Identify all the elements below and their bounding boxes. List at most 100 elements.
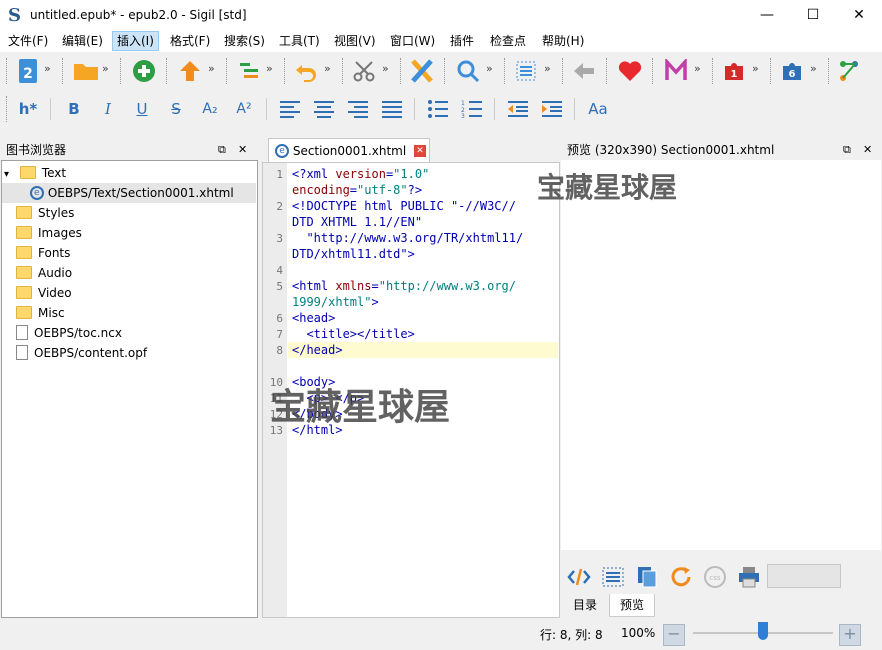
menu-insert[interactable]: 插入(I) bbox=[112, 31, 159, 51]
outdent-icon[interactable] bbox=[504, 95, 532, 123]
new-file-icon[interactable]: 2 bbox=[14, 57, 42, 85]
toolbar-grip[interactable] bbox=[62, 58, 66, 84]
find-icon[interactable] bbox=[454, 57, 482, 85]
bold-button[interactable]: B bbox=[60, 95, 88, 123]
zoom-slider[interactable] bbox=[693, 618, 833, 648]
tree-item-toc[interactable]: OEBPS/toc.ncx bbox=[16, 323, 122, 343]
toolbar-grip[interactable] bbox=[444, 58, 448, 84]
add-icon[interactable] bbox=[130, 57, 158, 85]
toolbar-grip[interactable] bbox=[400, 58, 404, 84]
plugin-red-icon[interactable]: 1 bbox=[720, 57, 748, 85]
heading-button[interactable]: h* bbox=[14, 95, 42, 123]
toolbar-grip[interactable] bbox=[606, 58, 610, 84]
toolbar-grip[interactable] bbox=[6, 58, 10, 84]
menu-window[interactable]: 窗口(W) bbox=[386, 32, 439, 50]
reports-icon[interactable] bbox=[512, 57, 540, 85]
code-view-icon[interactable] bbox=[565, 563, 593, 591]
menu-edit[interactable]: 编辑(E) bbox=[58, 32, 107, 50]
tree-item-styles[interactable]: Styles bbox=[16, 203, 74, 223]
open-folder-icon[interactable] bbox=[72, 57, 100, 85]
chevron-right-icon[interactable]: » bbox=[382, 62, 389, 75]
chevron-right-icon[interactable]: » bbox=[544, 62, 551, 75]
tab-preview[interactable]: 预览 bbox=[609, 594, 656, 617]
close-panel-icon[interactable]: ✕ bbox=[238, 140, 247, 160]
toolbar-grip[interactable] bbox=[770, 58, 774, 84]
clean-code-icon[interactable] bbox=[408, 57, 436, 85]
close-panel-icon[interactable]: ✕ bbox=[863, 140, 872, 160]
toolbar-grip[interactable] bbox=[284, 58, 288, 84]
minimize-button[interactable]: — bbox=[744, 0, 790, 30]
tree-item-audio[interactable]: Audio bbox=[16, 263, 72, 283]
chevron-down-icon[interactable]: ▾ bbox=[4, 165, 16, 185]
toolbar-grip[interactable] bbox=[504, 58, 508, 84]
metadata-icon[interactable] bbox=[662, 57, 690, 85]
chevron-right-icon[interactable]: » bbox=[752, 62, 759, 75]
css-icon[interactable]: css bbox=[701, 563, 729, 591]
print-icon[interactable] bbox=[735, 563, 763, 591]
plugin-multi-icon[interactable] bbox=[836, 57, 864, 85]
toolbar-grip[interactable] bbox=[562, 58, 566, 84]
menu-search[interactable]: 搜索(S) bbox=[220, 32, 269, 50]
zoom-out-button[interactable]: − bbox=[663, 624, 685, 646]
tree-item-fonts[interactable]: Fonts bbox=[16, 243, 70, 263]
indent-icon[interactable] bbox=[538, 95, 566, 123]
menu-checkpoints[interactable]: 检查点 bbox=[486, 32, 530, 50]
superscript-button[interactable]: A² bbox=[230, 95, 258, 123]
underline-button[interactable]: U bbox=[128, 95, 156, 123]
maximize-button[interactable]: ☐ bbox=[790, 0, 836, 30]
chevron-right-icon[interactable]: » bbox=[102, 62, 109, 75]
tree-item-misc[interactable]: Misc bbox=[16, 303, 65, 323]
italic-button[interactable]: I bbox=[94, 95, 122, 123]
menu-plugins[interactable]: 插件 bbox=[446, 32, 478, 50]
chevron-right-icon[interactable]: » bbox=[694, 62, 701, 75]
toolbar-grip[interactable] bbox=[342, 58, 346, 84]
float-panel-icon[interactable]: ⧉ bbox=[843, 140, 851, 160]
menu-format[interactable]: 格式(F) bbox=[166, 32, 214, 50]
heart-icon[interactable] bbox=[616, 57, 644, 85]
tab-section0001[interactable]: e Section0001.xhtml ✕ bbox=[268, 138, 430, 163]
toolbar-grip[interactable] bbox=[6, 96, 10, 122]
change-case-button[interactable]: Aa bbox=[584, 95, 612, 123]
move-up-icon[interactable] bbox=[176, 57, 204, 85]
tree-item-content-opf[interactable]: OEBPS/content.opf bbox=[16, 343, 147, 363]
tree-item-video[interactable]: Video bbox=[16, 283, 72, 303]
menu-view[interactable]: 视图(V) bbox=[330, 32, 380, 50]
cut-icon[interactable] bbox=[350, 57, 378, 85]
select-all-icon[interactable] bbox=[599, 563, 627, 591]
zoom-in-button[interactable]: + bbox=[839, 624, 861, 646]
align-center-icon[interactable] bbox=[310, 95, 338, 123]
bullet-list-icon[interactable] bbox=[424, 95, 452, 123]
chevron-right-icon[interactable]: » bbox=[486, 62, 493, 75]
chevron-right-icon[interactable]: » bbox=[324, 62, 331, 75]
tree-item-images[interactable]: Images bbox=[16, 223, 82, 243]
subscript-button[interactable]: A₂ bbox=[196, 95, 224, 123]
numbered-list-icon[interactable]: 123 bbox=[458, 95, 486, 123]
zoom-slider-thumb[interactable] bbox=[758, 622, 768, 640]
undo-icon[interactable] bbox=[292, 57, 320, 85]
menu-file[interactable]: 文件(F) bbox=[4, 32, 52, 50]
back-arrow-icon[interactable] bbox=[570, 57, 598, 85]
close-tab-icon[interactable]: ✕ bbox=[414, 144, 427, 157]
toolbar-grip[interactable] bbox=[712, 58, 716, 84]
float-panel-icon[interactable]: ⧉ bbox=[218, 140, 226, 160]
chevron-right-icon[interactable]: » bbox=[266, 62, 273, 75]
toolbar-grip[interactable] bbox=[828, 58, 832, 84]
align-left-icon[interactable] bbox=[276, 95, 304, 123]
copy-icon[interactable] bbox=[633, 563, 661, 591]
menu-help[interactable]: 帮助(H) bbox=[538, 32, 588, 50]
tab-toc[interactable]: 目录 bbox=[563, 594, 607, 616]
chevron-right-icon[interactable]: » bbox=[208, 62, 215, 75]
chevron-right-icon[interactable]: » bbox=[44, 62, 51, 75]
plugin-blue-icon[interactable]: 6 bbox=[778, 57, 806, 85]
close-button[interactable]: ✕ bbox=[836, 0, 882, 30]
tree-item-section0001[interactable]: e OEBPS/Text/Section0001.xhtml bbox=[2, 183, 256, 203]
split-icon[interactable] bbox=[234, 57, 262, 85]
chevron-right-icon[interactable]: » bbox=[810, 62, 817, 75]
toolbar-grip[interactable] bbox=[652, 58, 656, 84]
refresh-icon[interactable] bbox=[667, 563, 695, 591]
toolbar-grip[interactable] bbox=[166, 58, 170, 84]
toolbar-grip[interactable] bbox=[226, 58, 230, 84]
toolbar-grip[interactable] bbox=[120, 58, 124, 84]
align-justify-icon[interactable] bbox=[378, 95, 406, 123]
strikethrough-button[interactable]: S bbox=[162, 95, 190, 123]
